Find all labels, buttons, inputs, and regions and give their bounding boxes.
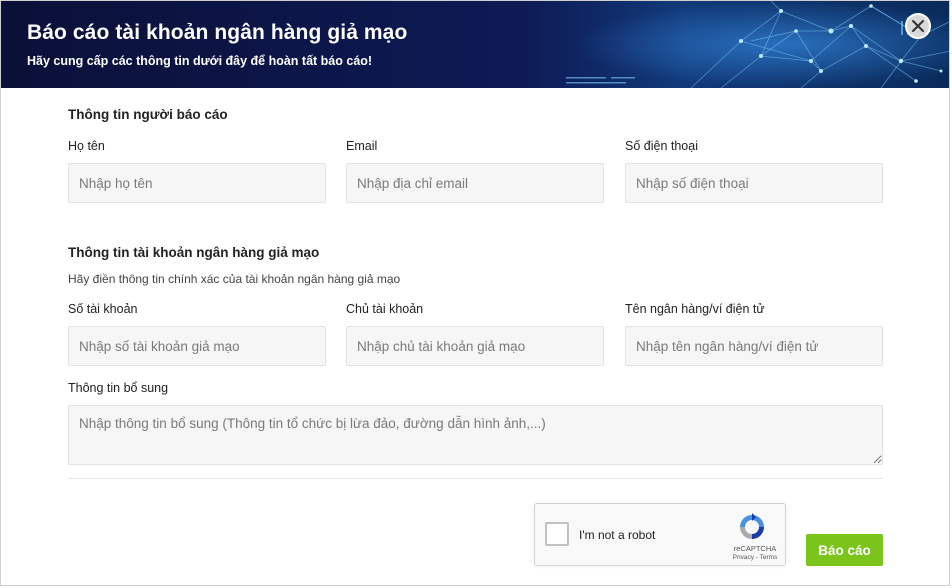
reporter-section-title: Thông tin người báo cáo xyxy=(68,107,228,122)
fake-account-description: Hãy điền thông tin chính xác của tài kho… xyxy=(68,272,401,286)
phone-input[interactable] xyxy=(625,163,883,203)
recaptcha-widget: I'm not a robot reCAPTCHA Privacy - Term… xyxy=(534,503,786,566)
email-label: Email xyxy=(346,139,378,153)
report-modal: Báo cáo tài khoản ngân hàng giả mạo Hãy … xyxy=(0,0,950,586)
additional-info-textarea[interactable] xyxy=(68,405,883,465)
form-divider xyxy=(68,478,883,479)
additional-info-label: Thông tin bổ sung xyxy=(68,381,169,395)
account-holder-label: Chủ tài khoản xyxy=(346,302,424,316)
modal-header: Báo cáo tài khoản ngân hàng giả mạo Hãy … xyxy=(1,1,949,88)
bank-name-label: Tên ngân hàng/ví điện tử xyxy=(625,302,765,316)
recaptcha-privacy-terms-links[interactable]: Privacy - Terms xyxy=(725,554,785,561)
fake-account-section-title: Thông tin tài khoản ngân hàng giả mạo xyxy=(68,245,320,260)
email-input[interactable] xyxy=(346,163,604,203)
recaptcha-brand: reCAPTCHA xyxy=(733,544,777,553)
phone-label: Số điện thoại xyxy=(625,139,698,153)
network-background-art xyxy=(521,1,949,88)
name-label: Họ tên xyxy=(68,139,105,153)
close-button[interactable] xyxy=(905,13,931,39)
recaptcha-checkbox[interactable] xyxy=(545,522,569,546)
name-input[interactable] xyxy=(68,163,326,203)
account-number-input[interactable] xyxy=(68,326,326,366)
modal-subtitle: Hãy cung cấp các thông tin dưới đây để h… xyxy=(27,54,373,68)
recaptcha-logo-icon xyxy=(740,513,764,539)
modal-title: Báo cáo tài khoản ngân hàng giả mạo xyxy=(27,21,408,44)
submit-report-button[interactable]: Báo cáo xyxy=(806,534,883,566)
bank-name-input[interactable] xyxy=(625,326,883,366)
close-icon xyxy=(912,20,924,32)
recaptcha-label: I'm not a robot xyxy=(579,528,656,542)
account-holder-input[interactable] xyxy=(346,326,604,366)
account-number-label: Số tài khoản xyxy=(68,302,138,316)
